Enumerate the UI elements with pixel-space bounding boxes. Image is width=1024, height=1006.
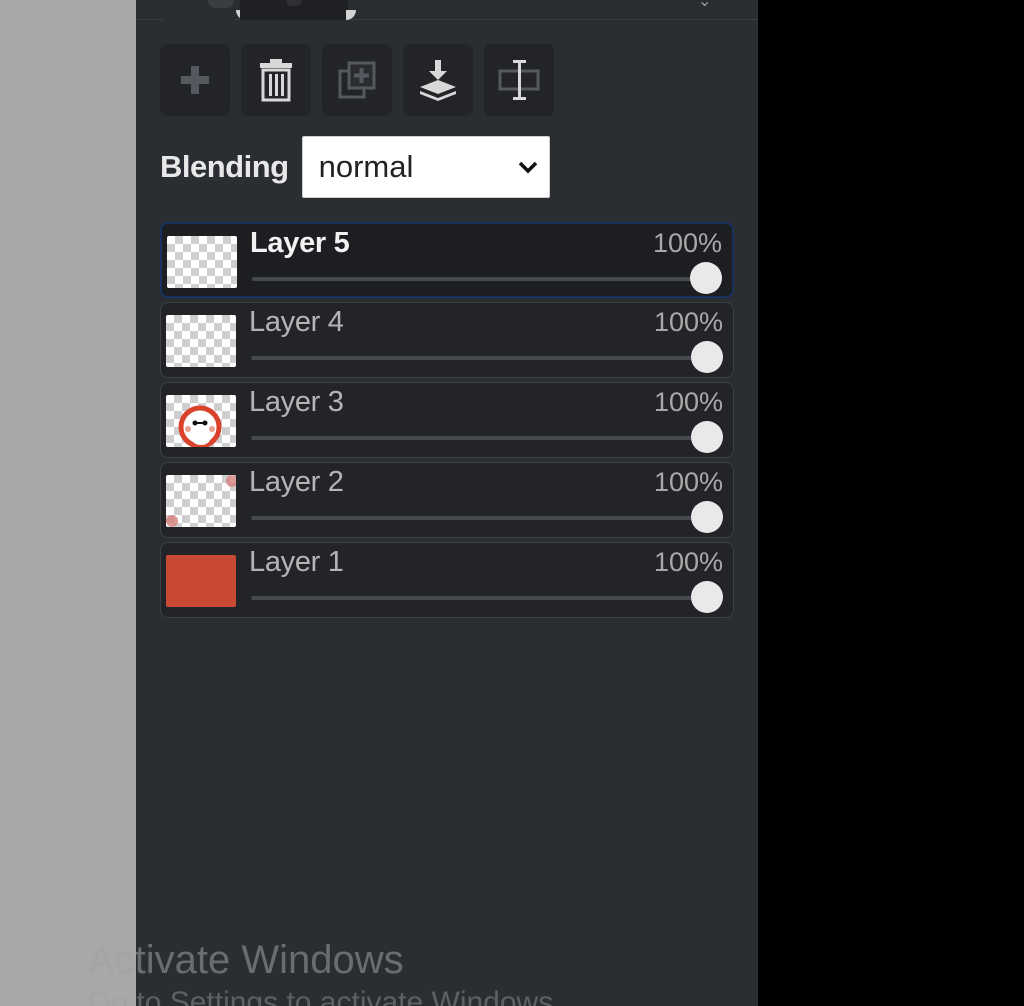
panel-tab-2[interactable]	[240, 0, 356, 20]
corner-marks-image	[166, 475, 236, 527]
tab-indicator	[286, 0, 302, 6]
trash-icon	[260, 59, 292, 102]
resize-layer-button[interactable]	[484, 44, 554, 116]
opacity-slider-track[interactable]	[252, 277, 704, 281]
layer-row[interactable]: Layer 3 100%	[160, 382, 734, 458]
opacity-slider-handle[interactable]	[691, 421, 723, 453]
delete-layer-button[interactable]	[241, 44, 311, 116]
chevron-down-icon	[518, 161, 537, 174]
resize-layer-icon	[498, 60, 540, 100]
add-layer-button[interactable]	[160, 44, 230, 116]
activate-windows-watermark: Activate Windows	[88, 938, 404, 982]
blending-label: Blending	[160, 149, 289, 184]
activate-windows-subtext: Go to Settings to activate Windows.	[88, 986, 562, 1006]
left-background-strip	[0, 0, 136, 1006]
opacity-slider-track[interactable]	[251, 596, 705, 600]
add-layer-icon	[181, 66, 209, 94]
layer-thumbnail	[166, 555, 236, 607]
merge-down-icon	[420, 60, 456, 101]
opacity-slider-handle[interactable]	[691, 341, 723, 373]
canvas-background	[758, 0, 1024, 1006]
layer-name: Layer 4	[249, 306, 344, 338]
layer-opacity-value: 100%	[653, 387, 723, 417]
layer-row[interactable]: Layer 4 100%	[160, 302, 734, 378]
layer-row[interactable]: Layer 1 100%	[160, 542, 734, 618]
panel-tab-1[interactable]	[164, 0, 246, 20]
layer-opacity-value: 100%	[653, 307, 723, 337]
layer-toolbar	[160, 44, 554, 116]
layer-thumbnail	[166, 475, 236, 527]
tab-indicator	[208, 0, 234, 8]
layer-row[interactable]: Layer 5 100%	[160, 222, 734, 298]
layer-opacity-value: 100%	[653, 547, 723, 577]
layer-row[interactable]: Layer 2 100%	[160, 462, 734, 538]
layer-name: Layer 2	[249, 466, 344, 498]
layer-opacity-value: 100%	[653, 467, 723, 497]
panel-tab-strip: ⌄	[136, 0, 758, 20]
layer-opacity-value: 100%	[652, 228, 722, 258]
merge-down-button[interactable]	[403, 44, 473, 116]
layer-thumbnail	[167, 236, 237, 288]
duplicate-layer-icon	[338, 61, 376, 99]
layer-thumbnail	[166, 395, 236, 447]
layer-name: Layer 1	[249, 546, 344, 578]
layer-name: Layer 3	[249, 386, 344, 418]
opacity-slider-handle[interactable]	[691, 501, 723, 533]
opacity-slider-track[interactable]	[251, 436, 705, 440]
layer-name: Layer 5	[250, 227, 350, 259]
chevron-down-icon[interactable]: ⌄	[698, 0, 711, 10]
layer-list: Layer 5 100% Layer 4 100% Layer 3 100% L…	[160, 222, 734, 622]
blending-select-value: normal	[318, 149, 414, 184]
duplicate-layer-button[interactable]	[322, 44, 392, 116]
opacity-slider-handle[interactable]	[691, 581, 723, 613]
layers-panel: ⌄ Blending normal Layer 5 100% Layer 4 1…	[136, 0, 758, 1006]
opacity-slider-track[interactable]	[251, 516, 705, 520]
opacity-slider-track[interactable]	[251, 356, 705, 360]
face-drawing-image	[178, 405, 222, 447]
opacity-slider-handle[interactable]	[690, 262, 722, 294]
blending-select[interactable]: normal	[301, 136, 550, 198]
blending-row: Blending normal	[160, 136, 550, 198]
layer-thumbnail	[166, 315, 236, 367]
